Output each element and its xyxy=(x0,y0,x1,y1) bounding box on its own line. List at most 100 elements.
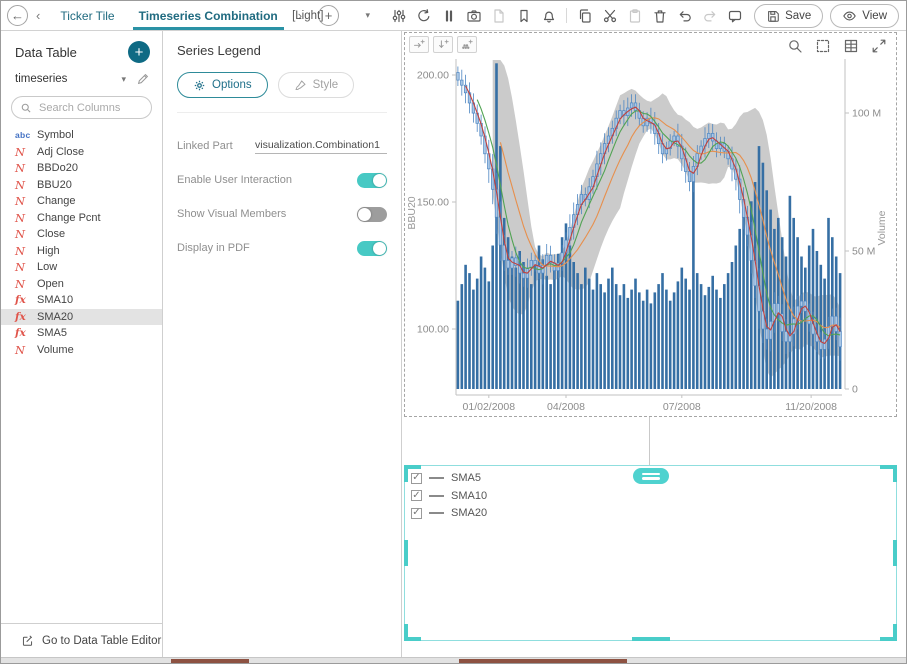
combination-chart[interactable]: 200.00150.00100.00100 M50 M001/02/200804… xyxy=(405,33,896,416)
svg-text:200.00: 200.00 xyxy=(417,70,449,82)
comment-icon[interactable] xyxy=(723,5,746,27)
undo-icon[interactable] xyxy=(673,5,696,27)
combination-chart-panel[interactable]: 200.00150.00100.00100 M50 M001/02/200804… xyxy=(404,32,897,417)
brush-icon xyxy=(294,79,307,92)
column-label: Low xyxy=(37,261,57,273)
column-item-sma20[interactable]: fxSMA20 xyxy=(1,309,162,326)
legend-item-sma5[interactable]: ✓SMA5 xyxy=(411,470,487,487)
svg-text:50 M: 50 M xyxy=(852,246,875,258)
selection-edge-left[interactable] xyxy=(404,540,408,566)
zoom-icon[interactable] xyxy=(786,37,804,55)
pause-icon[interactable] xyxy=(437,5,460,27)
linked-part-input[interactable] xyxy=(255,137,387,154)
sidebar-title: Data Table xyxy=(15,45,77,60)
save-button[interactable]: Save xyxy=(754,4,823,28)
toggle-switch-show-visual-members[interactable] xyxy=(357,207,387,222)
selection-edge-right[interactable] xyxy=(893,540,897,566)
legend-item-sma10[interactable]: ✓ SMA10 xyxy=(411,488,487,505)
column-item-bbdo20[interactable]: NBBDo20 xyxy=(1,160,162,177)
column-label: SMA20 xyxy=(37,311,73,323)
back-button[interactable]: ← xyxy=(7,5,28,26)
column-item-adj-close[interactable]: NAdj Close xyxy=(1,144,162,161)
toggle-row: Display in PDF xyxy=(177,241,387,256)
table-name[interactable]: timeseries xyxy=(15,73,121,85)
selection-corner-br xyxy=(880,624,897,641)
drag-handle[interactable] xyxy=(633,468,669,484)
checkbox[interactable]: ✓ xyxy=(411,490,422,501)
chevron-down-icon[interactable]: ▾ xyxy=(121,74,126,85)
search-icon xyxy=(20,102,32,114)
panel-connector-line xyxy=(649,417,650,465)
column-item-close[interactable]: NClose xyxy=(1,226,162,243)
go-to-data-table-editor-button[interactable]: Go to Data Table Editor xyxy=(1,623,162,657)
main-area: Data Table + timeseries ▾ abcSymbolNAdj … xyxy=(1,31,906,657)
toggle-switch-enable-user-interaction[interactable] xyxy=(357,173,387,188)
add-column-icon[interactable] xyxy=(409,36,429,53)
trash-icon[interactable] xyxy=(648,5,671,27)
column-item-open[interactable]: NOpen xyxy=(1,276,162,293)
bookmark-icon[interactable] xyxy=(512,5,535,27)
left-axis-title: BBU20 xyxy=(406,196,418,229)
svg-text:01/02/2008: 01/02/2008 xyxy=(463,401,516,413)
edit-table-icon[interactable] xyxy=(136,72,150,86)
column-item-change[interactable]: NChange xyxy=(1,193,162,210)
add-row-icon[interactable] xyxy=(433,36,453,53)
tab-ticker-tile[interactable]: Ticker Tile xyxy=(48,1,126,30)
toggle-switch-display-in-pdf[interactable] xyxy=(357,241,387,256)
expand-icon[interactable] xyxy=(870,37,888,55)
toolbar-divider xyxy=(566,8,567,23)
tune-icon[interactable] xyxy=(387,5,410,27)
legend-label: SMA10 xyxy=(451,490,487,502)
chevron-down-icon: ▾ xyxy=(366,10,371,21)
column-item-low[interactable]: NLow xyxy=(1,259,162,276)
svg-text:100.00: 100.00 xyxy=(417,324,449,336)
checkbox[interactable]: ✓ xyxy=(411,508,422,519)
background-window-fragment xyxy=(459,659,627,664)
numeric-type-icon: N xyxy=(15,145,37,159)
search-columns-box[interactable] xyxy=(11,96,152,119)
selection-edge-bottom[interactable] xyxy=(632,637,670,641)
options-tab[interactable]: Options xyxy=(177,72,268,98)
toggle-list: Enable User Interaction Show Visual Membe… xyxy=(177,173,387,256)
column-label: Volume xyxy=(37,344,74,356)
column-label: High xyxy=(37,245,60,257)
column-label: BBDo20 xyxy=(37,162,78,174)
add-data-table-button[interactable]: + xyxy=(128,41,150,63)
column-item-sma5[interactable]: fxSMA5 xyxy=(1,325,162,342)
search-columns-input[interactable] xyxy=(37,101,143,115)
copy-icon[interactable] xyxy=(573,5,596,27)
column-item-change-pcnt[interactable]: NChange Pcnt xyxy=(1,210,162,227)
save-disk-icon xyxy=(766,9,780,23)
redo-icon xyxy=(698,5,721,27)
view-button[interactable]: View xyxy=(830,4,899,28)
style-tab[interactable]: Style xyxy=(278,72,355,98)
column-item-high[interactable]: NHigh xyxy=(1,243,162,260)
legend-item-sma20[interactable]: ✓SMA20 xyxy=(411,505,487,522)
column-item-sma10[interactable]: fxSMA10 xyxy=(1,292,162,309)
toggle-row: Show Visual Members xyxy=(177,207,387,222)
series-legend-panel[interactable]: ✓SMA5 ✓ SMA10 ✓SMA20 xyxy=(404,465,897,641)
tab-scroll-left-icon[interactable]: ‹ xyxy=(28,8,48,23)
gear-icon xyxy=(193,79,206,92)
refresh-icon[interactable] xyxy=(412,5,435,27)
numeric-type-icon: N xyxy=(15,277,37,291)
selection-corner-tl xyxy=(404,465,421,482)
cut-icon[interactable] xyxy=(598,5,621,27)
column-item-volume[interactable]: NVolume xyxy=(1,342,162,359)
camera-icon[interactable] xyxy=(462,5,485,27)
chart-add-tools xyxy=(409,36,477,53)
export-table-icon[interactable] xyxy=(842,37,860,55)
toggle-label: Enable User Interaction xyxy=(177,173,292,188)
save-label: Save xyxy=(785,10,811,22)
bell-icon[interactable] xyxy=(537,5,560,27)
numeric-type-icon: N xyxy=(15,194,37,208)
svg-text:150.00: 150.00 xyxy=(417,197,449,209)
column-item-symbol[interactable]: abcSymbol xyxy=(1,127,162,144)
column-item-bbu20[interactable]: NBBU20 xyxy=(1,177,162,194)
text-type-icon: abc xyxy=(15,129,37,141)
marquee-select-icon[interactable] xyxy=(814,37,832,55)
add-points-icon[interactable] xyxy=(457,36,477,53)
numeric-type-icon: N xyxy=(15,343,37,357)
tab-timeseries-combination[interactable]: Timeseries Combination xyxy=(127,1,290,30)
theme-selector[interactable]: [Light] ▾ xyxy=(292,10,370,22)
